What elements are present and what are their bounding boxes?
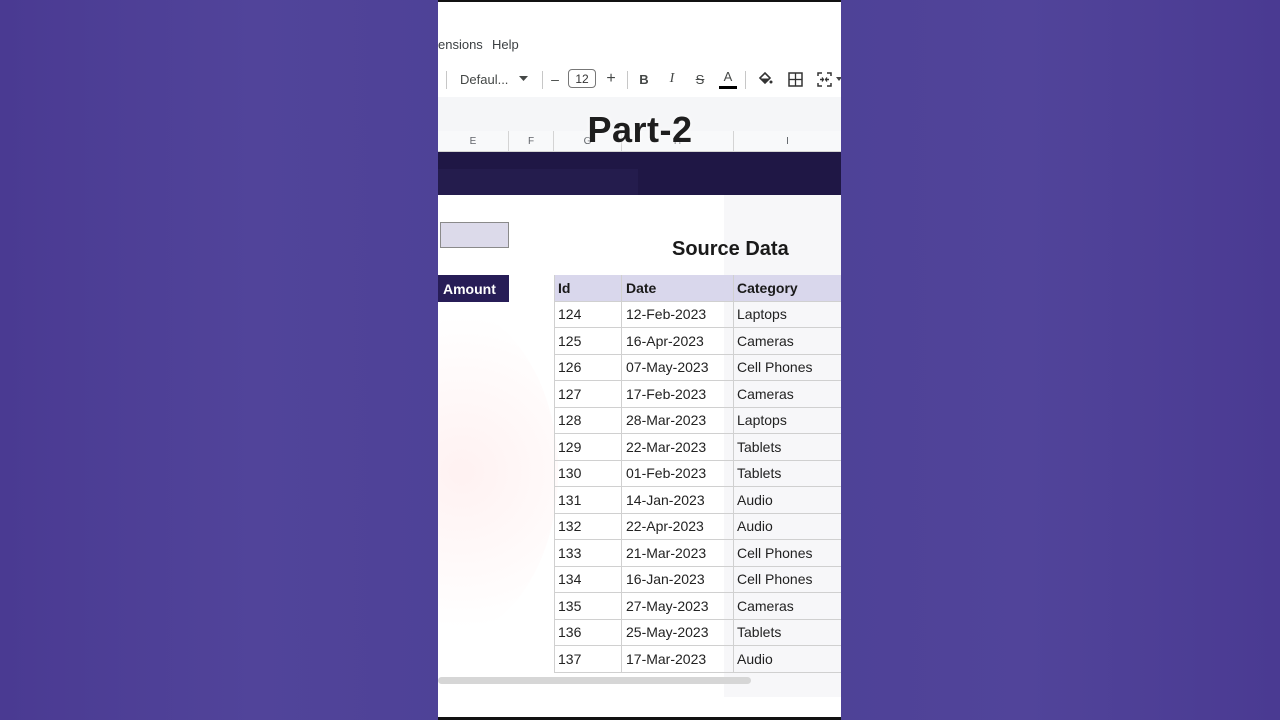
table-row: 136 25-May-2023 Tablets (554, 619, 841, 646)
cell-category[interactable]: Tablets (734, 434, 841, 460)
menu-help[interactable]: Help (492, 37, 519, 52)
chevron-down-icon[interactable] (836, 64, 841, 94)
toolbar-separator (745, 71, 746, 89)
cell-category[interactable]: Audio (734, 514, 841, 540)
cell-date[interactable]: 17-Feb-2023 (622, 381, 734, 407)
cell-category[interactable]: Audio (734, 646, 841, 672)
increase-font-size-button[interactable]: + (604, 64, 618, 94)
italic-button[interactable]: I (665, 64, 679, 94)
column-header-f[interactable]: F (509, 131, 554, 151)
cell-category[interactable]: Laptops (734, 302, 841, 328)
decrease-font-size-button[interactable]: – (548, 64, 562, 94)
toolbar: Defaul... – 12 + B I S A (438, 64, 841, 94)
text-color-swatch (719, 86, 737, 89)
cell-id[interactable]: 126 (554, 354, 622, 380)
font-family-select[interactable]: Defaul... (460, 64, 540, 94)
cell-date[interactable]: 14-Jan-2023 (622, 487, 734, 513)
cell-date[interactable]: 01-Feb-2023 (622, 460, 734, 486)
overlay-title: Part-2 (587, 109, 693, 150)
cell-id[interactable]: 137 (554, 646, 622, 672)
cell-date[interactable]: 12-Feb-2023 (622, 301, 734, 327)
table-row: 127 17-Feb-2023 Cameras (554, 381, 841, 408)
cell-id[interactable]: 130 (554, 460, 622, 486)
cell-category[interactable]: Audio (734, 487, 841, 513)
header-id[interactable]: Id (554, 275, 622, 301)
cell-date[interactable]: 16-Jan-2023 (622, 566, 734, 592)
cell-id[interactable]: 132 (554, 513, 622, 539)
header-date[interactable]: Date (622, 275, 734, 301)
cell-id[interactable]: 129 (554, 434, 622, 460)
table-row: 124 12-Feb-2023 Laptops (554, 301, 841, 328)
table-row: 137 17-Mar-2023 Audio (554, 646, 841, 673)
font-size-input[interactable]: 12 (568, 69, 596, 88)
table-row: 125 16-Apr-2023 Cameras (554, 328, 841, 355)
toolbar-separator (627, 71, 628, 89)
cell-id[interactable]: 136 (554, 619, 622, 645)
cell-date[interactable]: 07-May-2023 (622, 354, 734, 380)
cell-id[interactable]: 124 (554, 301, 622, 327)
cell-category[interactable]: Cell Phones (734, 355, 841, 381)
source-data-table: Id Date Category 124 12-Feb-2023 Laptops 12… (554, 275, 841, 673)
cell-id[interactable]: 125 (554, 328, 622, 354)
cell-id[interactable]: 131 (554, 487, 622, 513)
fill-color-swatch (756, 86, 774, 89)
cell-category[interactable]: Cameras (734, 593, 841, 619)
cell-category[interactable]: Cameras (734, 328, 841, 354)
cell-date[interactable]: 22-Mar-2023 (622, 434, 734, 460)
cell-date[interactable]: 25-May-2023 (622, 619, 734, 645)
cell-category[interactable]: Tablets (734, 461, 841, 487)
cell-date[interactable]: 16-Apr-2023 (622, 328, 734, 354)
cell-category[interactable]: Cell Phones (734, 567, 841, 593)
bold-button[interactable]: B (637, 64, 651, 94)
table-row: 135 27-May-2023 Cameras (554, 593, 841, 620)
borders-icon[interactable] (785, 64, 805, 94)
horizontal-scrollbar[interactable] (438, 677, 751, 684)
cell-id[interactable]: 135 (554, 593, 622, 619)
cell-category[interactable]: Cell Phones (734, 540, 841, 566)
phone-frame: ensions Help Defaul... – 12 + B I S A E … (438, 0, 841, 720)
cell-id[interactable]: 134 (554, 566, 622, 592)
cell-id[interactable]: 127 (554, 381, 622, 407)
column-header-e[interactable]: E (438, 131, 509, 151)
table-row: 129 22-Mar-2023 Tablets (554, 434, 841, 461)
cell-category[interactable]: Tablets (734, 620, 841, 646)
cell-date[interactable]: 27-May-2023 (622, 593, 734, 619)
toolbar-separator (542, 71, 543, 89)
table-row: 128 28-Mar-2023 Laptops (554, 407, 841, 434)
cell-date[interactable]: 22-Apr-2023 (622, 513, 734, 539)
chevron-down-icon[interactable] (518, 64, 528, 94)
cell-category[interactable]: Cameras (734, 381, 841, 407)
strikethrough-button[interactable]: S (692, 64, 708, 94)
table-header-row: Id Date Category (554, 275, 841, 302)
menu-extensions[interactable]: ensions (438, 37, 483, 52)
paint-bucket-icon[interactable] (755, 64, 775, 94)
cell-date[interactable]: 28-Mar-2023 (622, 407, 734, 433)
cell-category[interactable]: Laptops (734, 408, 841, 434)
input-cell[interactable] (440, 222, 509, 248)
cell-id[interactable]: 133 (554, 540, 622, 566)
text-color-button[interactable]: A (720, 64, 736, 94)
header-banner-shade (438, 169, 638, 195)
table-row: 130 01-Feb-2023 Tablets (554, 460, 841, 487)
table-row: 134 16-Jan-2023 Cell Phones (554, 566, 841, 593)
table-row: 126 07-May-2023 Cell Phones (554, 354, 841, 381)
cell-date[interactable]: 21-Mar-2023 (622, 540, 734, 566)
cell-id[interactable]: 128 (554, 407, 622, 433)
merge-cells-icon[interactable] (814, 64, 834, 94)
table-row: 131 14-Jan-2023 Audio (554, 487, 841, 514)
toolbar-separator (446, 71, 447, 89)
table-row: 132 22-Apr-2023 Audio (554, 513, 841, 540)
header-category[interactable]: Category (734, 275, 841, 301)
source-data-title: Source Data (672, 238, 789, 260)
cell-date[interactable]: 17-Mar-2023 (622, 646, 734, 672)
column-header-i[interactable]: I (734, 131, 841, 151)
amount-header: Amount (438, 275, 509, 302)
table-row: 133 21-Mar-2023 Cell Phones (554, 540, 841, 567)
